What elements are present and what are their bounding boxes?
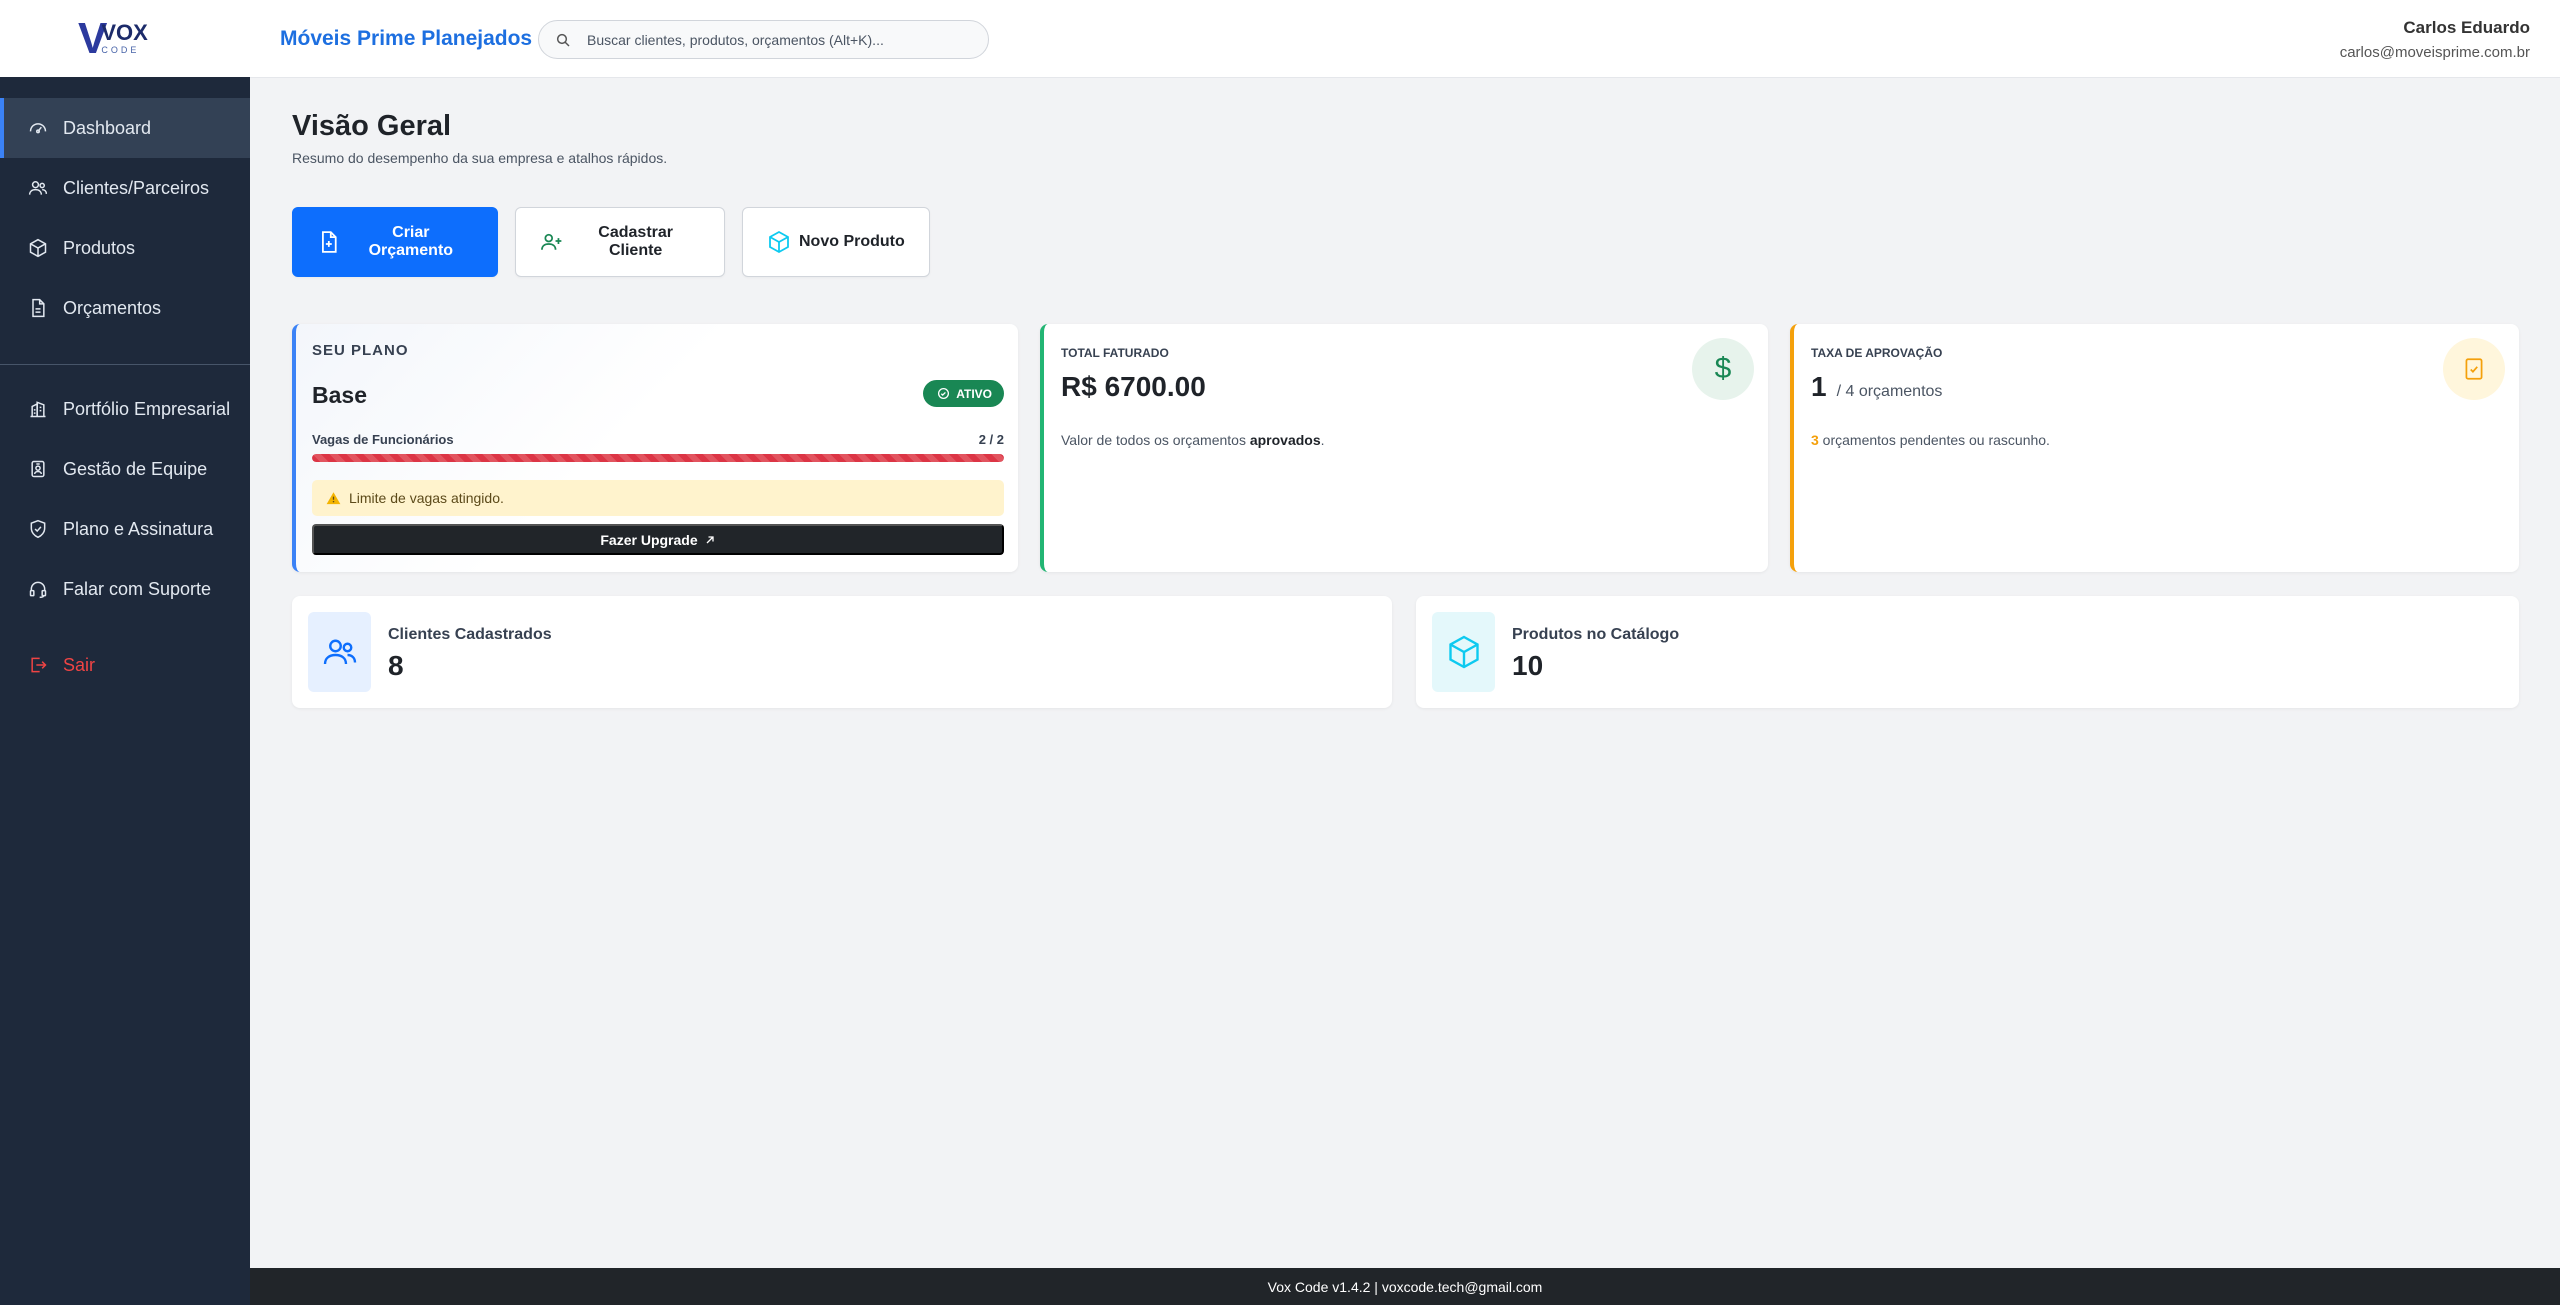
id-badge-icon: [31, 460, 45, 478]
box-icon: [29, 238, 47, 258]
total-billed-card: TOTAL FATURADO R$ 6700.00 Valor de todos…: [1040, 324, 1768, 572]
create-quote-label: Criar Orçamento: [368, 224, 454, 259]
sidebar-item-label: Sair: [63, 654, 96, 675]
desc-suffix: .: [1320, 432, 1325, 448]
total-billed-label: TOTAL FATURADO: [1061, 346, 1169, 360]
clients-count-label: Clientes Cadastrados: [388, 626, 552, 643]
building-icon: [30, 401, 46, 418]
upgrade-button[interactable]: Fazer Upgrade: [312, 524, 1004, 555]
user-plus-icon: [541, 233, 562, 250]
user-email: carlos@moveisprime.com.br: [2339, 44, 2530, 61]
desc-prefix: Valor de todos os orçamentos: [1061, 432, 1250, 448]
seats-limit-alert: Limite de vagas atingido.: [312, 480, 1004, 516]
approval-rate-card: TAXA DE APROVAÇÃO 1 / 4 orçamentos 3 orç…: [1790, 324, 2519, 572]
products-count-card[interactable]: Produtos no Catálogo 10: [1416, 596, 2519, 708]
box-icon: [769, 230, 789, 254]
users-icon: [308, 612, 371, 692]
search-box[interactable]: [538, 20, 989, 59]
register-client-label: Cadastrar Cliente: [598, 224, 673, 259]
seats-count: 2 / 2: [978, 432, 1004, 447]
user-name: Carlos Eduardo: [2403, 18, 2530, 37]
sidebar-item-plan[interactable]: Plano e Assinatura: [0, 499, 250, 559]
sidebar-item-clients[interactable]: Clientes/Parceiros: [0, 158, 250, 218]
sidebar-item-dashboard[interactable]: Dashboard: [0, 98, 250, 158]
alert-text: Limite de vagas atingido.: [349, 490, 504, 506]
company-name: Móveis Prime Planejados: [280, 27, 533, 50]
dollar-icon: $: [1692, 338, 1754, 400]
approved-count: 1: [1811, 371, 1827, 402]
quick-actions: Criar Orçamento Cadastrar Cliente Novo P…: [292, 207, 930, 277]
desc-bold: aprovados: [1249, 432, 1321, 448]
total-quotes-text: / 4 orçamentos: [1836, 383, 1943, 400]
new-product-button[interactable]: Novo Produto: [742, 207, 930, 277]
warning-icon: [326, 491, 341, 504]
file-plus-icon: [322, 231, 337, 253]
pending-text: orçamentos pendentes ou rascunho.: [1818, 432, 2050, 448]
logout-icon: [31, 657, 47, 673]
seats-progress-bar: [312, 454, 1004, 462]
sidebar-item-support[interactable]: Falar com Suporte: [0, 559, 250, 619]
sidebar-item-products[interactable]: Produtos: [0, 218, 250, 278]
box-icon: [1432, 612, 1495, 692]
sidebar-item-label: Gestão de Equipe: [63, 458, 208, 479]
pending-description: 3 orçamentos pendentes ou rascunho.: [1811, 432, 2050, 448]
create-quote-button[interactable]: Criar Orçamento: [292, 207, 498, 277]
products-count-value: 10: [1512, 650, 1544, 681]
seats-label: Vagas de Funcionários: [312, 432, 454, 447]
plan-card: SEU PLANO Base ATIVO Vagas de Funcionári…: [292, 324, 1018, 572]
search-icon: [556, 33, 570, 47]
sidebar-nav: Dashboard Clientes/Parceiros Produtos Or…: [0, 77, 250, 695]
total-billed-description: Valor de todos os orçamentos aprovados.: [1061, 432, 1325, 448]
total-billed-value: R$ 6700.00: [1061, 371, 1206, 402]
sidebar-item-label: Produtos: [63, 237, 136, 258]
footer-text: Vox Code v1.4.2 | voxcode.tech@gmail.com: [1267, 1278, 1543, 1295]
gauge-icon: [29, 123, 47, 134]
sidebar-item-label: Orçamentos: [63, 297, 162, 318]
logo-name: VOX: [101, 20, 148, 45]
logo-sub: CODE: [101, 45, 140, 55]
shield-icon: [30, 519, 46, 539]
sidebar-item-label: Plano e Assinatura: [63, 518, 214, 539]
plan-label: SEU PLANO: [312, 342, 409, 359]
users-icon: [28, 181, 48, 195]
sidebar-item-logout[interactable]: Sair: [0, 635, 250, 695]
sidebar-divider: [0, 364, 250, 365]
sidebar-item-label: Portfólio Empresarial: [63, 398, 231, 419]
search-input[interactable]: [587, 31, 967, 48]
plan-name: Base: [312, 382, 367, 408]
clients-count-card[interactable]: Clientes Cadastrados 8: [292, 596, 1392, 708]
products-count-label: Produtos no Catálogo: [1512, 626, 1680, 643]
clipboard-check-icon: [2443, 338, 2505, 400]
sidebar-item-label: Clientes/Parceiros: [63, 177, 210, 198]
arrow-up-right-icon: [706, 535, 714, 543]
sidebar-item-quotes[interactable]: Orçamentos: [0, 278, 250, 338]
top-header: Móveis Prime Planejados Carlos Eduardo c…: [250, 0, 2560, 78]
status-badge-label: ATIVO: [956, 386, 992, 401]
page-title: Visão Geral: [292, 110, 452, 142]
logo-wordmark: VOX CODE: [101, 22, 147, 55]
footer: Vox Code v1.4.2 | voxcode.tech@gmail.com: [250, 1268, 2560, 1305]
sidebar-item-portfolio[interactable]: Portfólio Empresarial: [0, 379, 250, 439]
user-menu[interactable]: Carlos Eduardo carlos@moveisprime.com.br: [2340, 18, 2530, 61]
page-subtitle: Resumo do desempenho da sua empresa e at…: [292, 150, 668, 166]
status-badge: ATIVO: [923, 380, 1004, 407]
seats-progress-fill: [312, 454, 1004, 462]
sidebar-item-label: Dashboard: [63, 117, 152, 138]
approval-rate-label: TAXA DE APROVAÇÃO: [1811, 346, 1943, 360]
sidebar: V VOX CODE Dashboard Clientes/Parceiros …: [0, 0, 250, 1305]
upgrade-label: Fazer Upgrade: [600, 531, 698, 548]
headset-icon: [29, 581, 47, 599]
brand-logo[interactable]: V VOX CODE: [0, 0, 250, 77]
sidebar-item-label: Falar com Suporte: [63, 578, 212, 599]
pending-count: 3: [1811, 432, 1819, 448]
check-circle-icon: [938, 387, 950, 400]
register-client-button[interactable]: Cadastrar Cliente: [515, 207, 725, 277]
approval-rate-value: 1 / 4 orçamentos: [1811, 371, 1942, 403]
new-product-label: Novo Produto: [799, 233, 905, 250]
document-icon: [32, 298, 45, 318]
sidebar-item-team[interactable]: Gestão de Equipe: [0, 439, 250, 499]
clients-count-value: 8: [388, 650, 404, 681]
